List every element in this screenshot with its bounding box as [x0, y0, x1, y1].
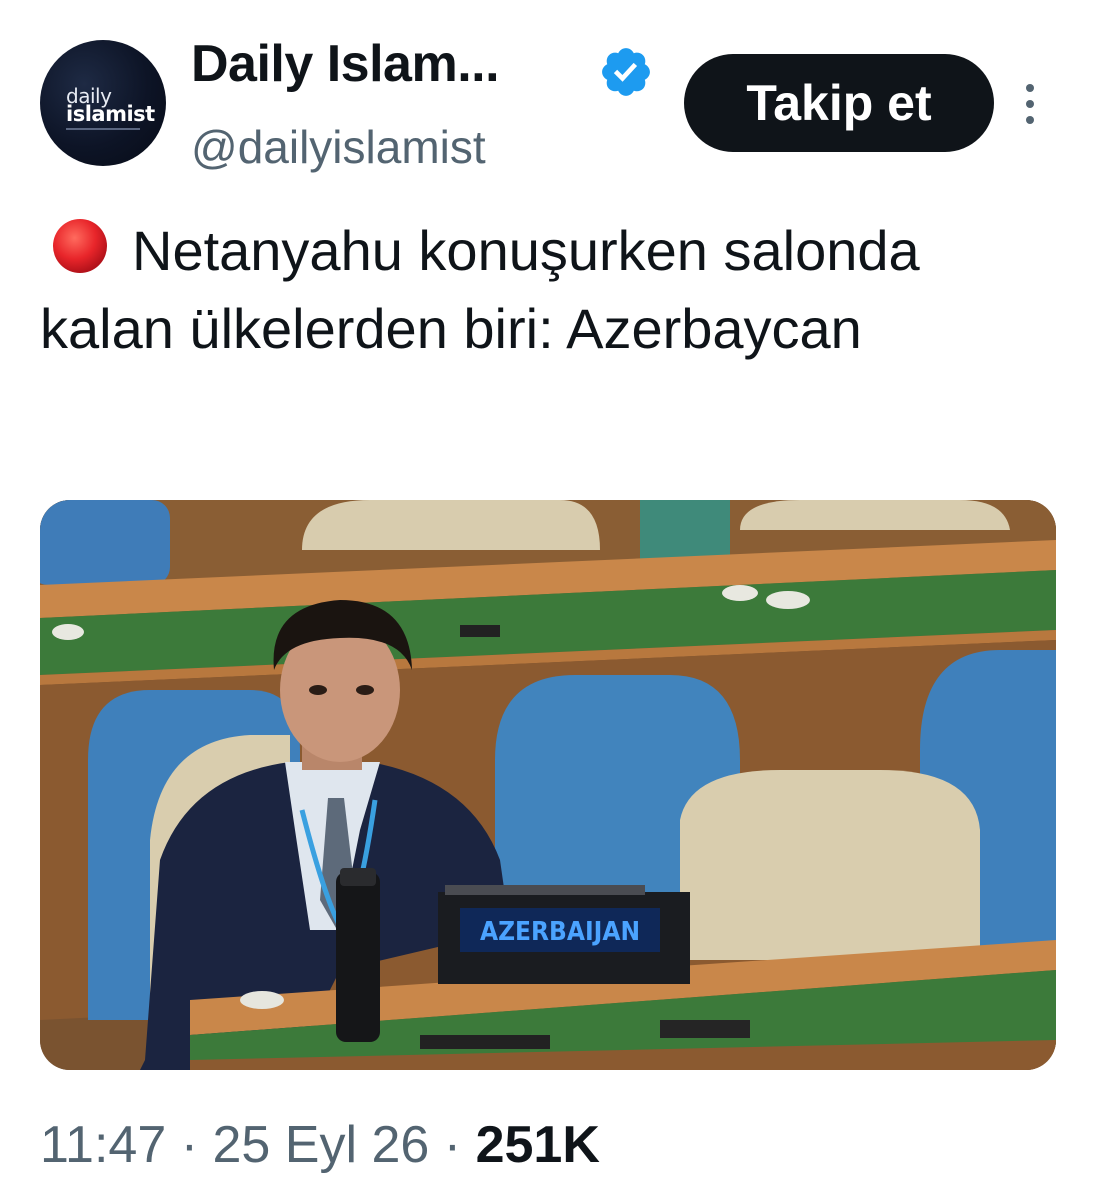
tweet-header: daily islamist Daily Islam... @dailyisla… [40, 32, 1060, 173]
tweet-meta: 11:47 · 25 Eyl 26 · 251K [40, 1115, 600, 1175]
meta-separator: · [180, 1116, 199, 1174]
display-name[interactable]: Daily Islam... [191, 34, 500, 94]
tweet-body: Netanyahu konuşurken salonda kalan ülkel… [40, 219, 920, 360]
verified-badge-icon [602, 48, 650, 96]
tweet-text: Netanyahu konuşurken salonda kalan ülkel… [40, 212, 1050, 368]
red-circle-icon [53, 219, 107, 273]
photo-scene: AZERBAIJAN [40, 500, 1056, 1070]
view-count[interactable]: 251K [476, 1116, 600, 1174]
avatar[interactable]: daily islamist [40, 40, 166, 166]
tweet-time[interactable]: 11:47 [40, 1116, 166, 1174]
avatar-logo-line2: islamist [66, 102, 155, 126]
account-handle[interactable]: @dailyislamist [191, 120, 486, 174]
more-vertical-icon[interactable] [1018, 82, 1042, 126]
follow-button[interactable]: Takip et [684, 54, 994, 152]
nameplate-text: AZERBAIJAN [480, 917, 640, 947]
tweet-date[interactable]: 25 Eyl 26 [213, 1116, 430, 1174]
meta-separator: · [443, 1116, 462, 1174]
tweet-photo[interactable]: AZERBAIJAN [40, 500, 1056, 1070]
avatar-tagline [66, 128, 140, 130]
